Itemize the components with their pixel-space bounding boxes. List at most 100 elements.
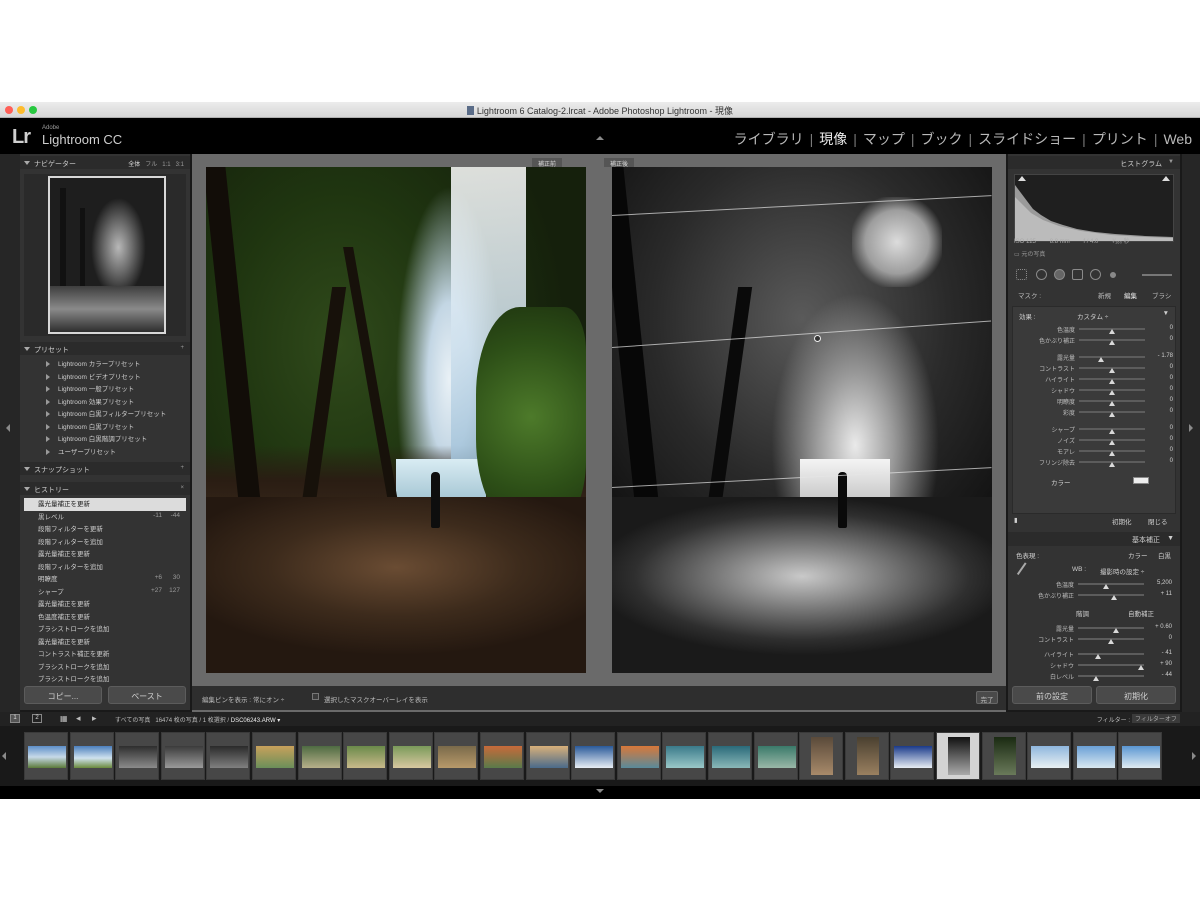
presets-header[interactable]: プリセット + [20, 342, 190, 355]
slider-row[interactable]: コントラスト 0 [1013, 362, 1177, 373]
preset-folder[interactable]: Lightroom 一般プリセット [24, 383, 186, 396]
slider-track[interactable] [1079, 428, 1145, 434]
effect-preset-select[interactable]: カスタム ÷ [1077, 311, 1108, 321]
slider-value[interactable]: 0 [1149, 425, 1173, 431]
previous-settings-button[interactable]: 前の設定 [1012, 686, 1092, 704]
add-preset-icon[interactable]: + [180, 345, 184, 351]
filmstrip-thumbnail[interactable] [1072, 732, 1117, 780]
slider-row[interactable]: シャドウ 0 [1013, 384, 1177, 395]
preset-folder[interactable]: Lightroom ビデオプリセット [24, 371, 186, 384]
filmstrip-thumbnail[interactable] [434, 732, 479, 780]
slider-row[interactable]: コントラスト 0 [1012, 633, 1176, 644]
slider-track[interactable] [1079, 450, 1145, 456]
slider-track[interactable] [1079, 439, 1145, 445]
slider-track[interactable] [1078, 653, 1144, 659]
history-item[interactable]: 露光量補正を更新 [24, 636, 186, 649]
history-item[interactable]: 段階フィルターを追加 [24, 561, 186, 574]
slider-value[interactable]: 0 [1149, 408, 1173, 414]
slider-row[interactable]: モアレ 0 [1013, 445, 1177, 456]
slider-track[interactable] [1079, 389, 1145, 395]
crop-icon[interactable] [1016, 269, 1027, 280]
navigator-header[interactable]: ナビゲーター 全体 フル 1:1 3:1 [20, 156, 190, 169]
filmstrip-thumbnail[interactable] [525, 732, 570, 780]
slider-value[interactable]: + 0.60 [1148, 624, 1172, 630]
collapse-right-icon[interactable] [1189, 424, 1193, 432]
filmstrip-thumbnail[interactable] [844, 732, 889, 780]
graduated-filter-line[interactable] [612, 320, 992, 348]
effect-close-button[interactable]: 閉じる [1148, 516, 1168, 526]
red-eye-icon[interactable] [1054, 269, 1065, 280]
slider-track[interactable] [1079, 461, 1145, 467]
preset-folder[interactable]: ユーザープリセット [24, 446, 186, 459]
filmstrip-thumbnail[interactable] [206, 732, 251, 780]
done-button[interactable]: 完了 [976, 691, 998, 704]
history-item[interactable]: ブラシストロークを追加 [24, 661, 186, 674]
bottom-panel-toggle[interactable] [0, 786, 1200, 799]
color-swatch[interactable] [1133, 477, 1149, 484]
filmstrip-thumbnail[interactable] [753, 732, 798, 780]
before-photo[interactable] [206, 167, 586, 673]
slider-track[interactable] [1078, 627, 1144, 633]
module-map[interactable]: マップ [863, 131, 905, 147]
slider-value[interactable]: 0 [1149, 436, 1173, 442]
slider-track[interactable] [1079, 378, 1145, 384]
filmstrip-thumbnail[interactable] [890, 732, 935, 780]
history-item[interactable]: ブラシストロークを追加 [24, 673, 186, 686]
slider-value[interactable]: 0 [1148, 635, 1172, 641]
radial-filter-icon[interactable] [1090, 269, 1101, 280]
basic-panel-header[interactable]: 基本補正 ▼ [1008, 532, 1180, 546]
history-item[interactable]: 色温度補正を更新 [24, 611, 186, 624]
history-item[interactable]: 明瞭度 +6 30 [24, 573, 186, 586]
mask-pin[interactable] [814, 335, 821, 342]
filmstrip-thumbnail[interactable] [480, 732, 524, 780]
slider-track[interactable] [1079, 411, 1145, 417]
slider-track[interactable] [1078, 664, 1144, 670]
after-photo[interactable] [612, 167, 992, 673]
filmstrip-thumbnail[interactable] [343, 732, 388, 780]
slider-value[interactable]: 5,200 [1148, 580, 1172, 586]
module-develop[interactable]: 現像 [819, 131, 847, 147]
zoom-1-1[interactable]: 1:1 [162, 162, 170, 168]
slider-value[interactable]: 0 [1149, 364, 1173, 370]
history-header[interactable]: ヒストリー × [20, 482, 190, 495]
add-snapshot-icon[interactable]: + [180, 465, 184, 471]
grid-view-icon[interactable]: ▦ [60, 714, 68, 723]
auto-tone-button[interactable]: 自動補正 [1128, 608, 1154, 618]
preset-folder[interactable]: Lightroom 効果プリセット [24, 396, 186, 409]
slider-knob[interactable] [1109, 412, 1115, 417]
preset-folder[interactable]: Lightroom 白黒階調プリセット [24, 433, 186, 446]
filter-select[interactable]: フィルターオフ [1132, 714, 1180, 723]
filmstrip-thumbnail[interactable] [69, 732, 114, 780]
mask-overlay-checkbox[interactable] [312, 693, 319, 700]
slider-value[interactable]: + 11 [1148, 591, 1172, 597]
slider-value[interactable]: 0 [1149, 458, 1173, 464]
tool-size-slider[interactable] [1142, 274, 1172, 276]
history-item[interactable]: シャープ +27 127 [24, 586, 186, 599]
slider-track[interactable] [1078, 638, 1144, 644]
histogram[interactable] [1014, 174, 1174, 242]
filmstrip-source[interactable]: すべての写真 16474 枚の写真 / 1 枚選択 / DSC06243.ARW… [115, 715, 280, 724]
module-web[interactable]: Web [1163, 131, 1192, 147]
filmstrip-right-arrow-icon[interactable] [1192, 752, 1196, 760]
zoom-fill[interactable]: フル [145, 162, 157, 168]
slider-row[interactable]: 明瞭度 0 [1013, 395, 1177, 406]
back-arrow-icon[interactable]: ◂ [76, 713, 81, 724]
navigator-preview[interactable] [24, 174, 186, 336]
slider-row[interactable]: 色かぶり補正 0 [1013, 334, 1177, 345]
history-item[interactable]: 黒レベル -11 -44 [24, 511, 186, 524]
slider-track[interactable] [1079, 328, 1145, 334]
slider-value[interactable]: 0 [1149, 375, 1173, 381]
mask-new[interactable]: 新規 [1098, 290, 1111, 300]
filmstrip-thumbnail[interactable] [115, 732, 160, 780]
navigator-thumbnail[interactable] [48, 176, 166, 334]
slider-track[interactable] [1078, 583, 1144, 589]
slider-value[interactable]: - 44 [1148, 672, 1172, 678]
slider-track[interactable] [1079, 400, 1145, 406]
slider-row[interactable]: ハイライト - 41 [1012, 648, 1176, 659]
module-print[interactable]: プリント [1092, 131, 1148, 147]
module-book[interactable]: ブック [921, 131, 963, 147]
histogram-header[interactable]: ヒストグラム ▼ [1008, 156, 1180, 169]
slider-row[interactable]: 露光量 + 0.60 [1012, 622, 1176, 633]
collapse-bottom-icon[interactable] [596, 789, 604, 793]
slider-knob[interactable] [1109, 462, 1115, 467]
